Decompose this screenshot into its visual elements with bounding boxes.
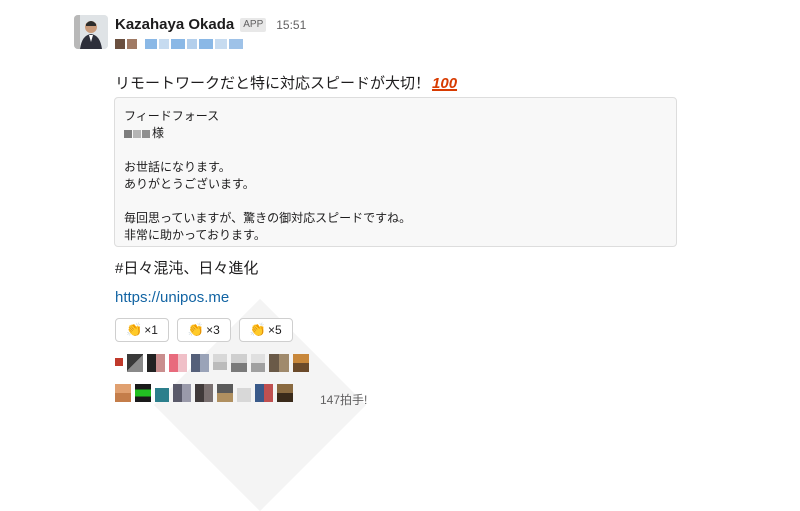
- clapper-avatar[interactable]: [147, 354, 165, 372]
- clapper-avatar[interactable]: [293, 354, 309, 372]
- redacted-block: [142, 130, 150, 138]
- unipos-link[interactable]: https://unipos.me: [115, 289, 229, 306]
- quote-line: 非常に助かっております。: [124, 228, 266, 242]
- redacted-block: [133, 130, 141, 138]
- hundred-points-icon: 100: [432, 75, 458, 92]
- message-text: リモートワークだと特に対応スピードが大切！ 100: [115, 72, 457, 93]
- clap-count: 147拍手!: [320, 393, 368, 407]
- redacted-block: [159, 39, 169, 49]
- sender-name[interactable]: Kazahaya Okada: [115, 16, 234, 33]
- clapper-avatars-row-1: [115, 354, 309, 372]
- quoted-message: フィードフォース 様 お世話になります。 ありがとうございます。 毎回思っていま…: [114, 97, 677, 247]
- avatar[interactable]: [74, 15, 108, 49]
- clapper-avatar[interactable]: [115, 358, 123, 366]
- reaction-label: ×3: [206, 323, 220, 337]
- message-body: リモートワークだと特に対応スピードが大切！: [115, 75, 431, 92]
- person-avatar-icon: [74, 15, 108, 49]
- redacted-recipient: [115, 39, 243, 49]
- clapper-avatar[interactable]: [127, 354, 143, 372]
- redacted-block: [187, 39, 197, 49]
- quote-line: ありがとうございます。: [124, 177, 255, 191]
- clapper-avatar[interactable]: [169, 354, 187, 372]
- redacted-block: [145, 39, 157, 49]
- clap-icon: 👏: [249, 322, 266, 337]
- quote-line: フィードフォース: [124, 109, 220, 123]
- clap-icon: 👏: [187, 322, 205, 337]
- timestamp[interactable]: 15:51: [276, 18, 306, 32]
- clapper-avatar[interactable]: [173, 384, 191, 402]
- clapper-avatar[interactable]: [231, 354, 247, 372]
- redacted-avatar-icon: [115, 39, 125, 49]
- quote-line: [124, 193, 667, 210]
- clapper-avatar[interactable]: [251, 354, 265, 372]
- reaction-label: ×5: [267, 323, 282, 337]
- hashtag: #日々混沌、日々進化: [115, 260, 259, 277]
- clapper-avatars-row-2: [115, 384, 293, 402]
- redacted-block: [215, 39, 227, 49]
- redacted-block: [199, 39, 213, 49]
- clapper-avatar[interactable]: [269, 354, 289, 372]
- clapper-avatar[interactable]: [115, 384, 131, 402]
- reaction-buttons: 👏 ×1 👏 ×3 👏 ×5: [115, 318, 293, 342]
- clapper-avatar[interactable]: [237, 388, 251, 402]
- clapper-avatar[interactable]: [191, 354, 209, 372]
- redacted-block: [127, 39, 137, 49]
- message-header: Kazahaya Okada APP 15:51: [115, 16, 306, 33]
- app-badge: APP: [240, 17, 267, 32]
- quote-line: お世話になります。: [124, 160, 231, 174]
- clapper-avatar[interactable]: [135, 384, 151, 402]
- quote-line: 毎回思っていますが、驚きの御対応スピードですね。: [124, 211, 412, 225]
- redacted-block: [229, 39, 243, 49]
- clapper-avatar[interactable]: [277, 384, 293, 402]
- clapper-avatar[interactable]: [255, 384, 273, 402]
- clapper-avatar[interactable]: [195, 384, 213, 402]
- reaction-label: ×1: [144, 323, 158, 337]
- clap-5-button[interactable]: 👏 ×5: [238, 318, 293, 342]
- clap-1-button[interactable]: 👏 ×1: [115, 318, 169, 342]
- quote-line: [124, 142, 667, 159]
- clapper-avatar[interactable]: [217, 384, 233, 402]
- clapper-avatar[interactable]: [155, 388, 169, 402]
- redacted-block: [124, 130, 132, 138]
- clap-icon: 👏: [126, 322, 143, 337]
- clapper-avatar[interactable]: [213, 354, 227, 370]
- redacted-block: [171, 39, 185, 49]
- quote-line-recipient: 様: [124, 125, 667, 142]
- clap-3-button[interactable]: 👏 ×3: [176, 318, 231, 342]
